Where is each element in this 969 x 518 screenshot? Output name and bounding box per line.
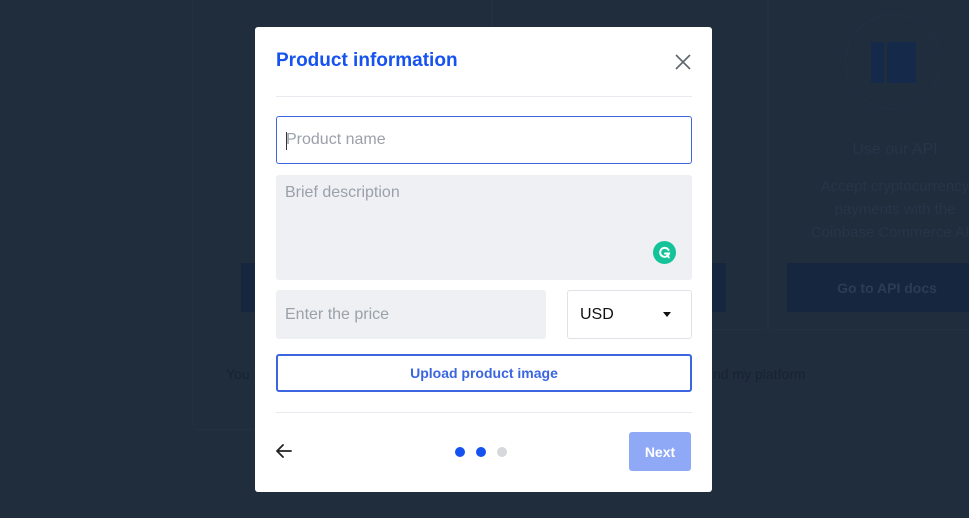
api-card-description: Accept cryptocurrency payments with the … [800,175,969,244]
api-card-title: Use our API [852,141,938,158]
price-field [276,290,546,339]
step-dot-completed [455,447,465,457]
text-caret [286,132,287,150]
grammarly-button[interactable] [653,241,676,264]
close-icon [675,54,691,70]
back-button[interactable] [274,442,294,460]
api-card-description-line: payments with the [834,201,956,218]
arrow-left-icon [276,444,292,458]
caret-down-icon [663,312,671,317]
close-button[interactable] [674,53,692,71]
api-docs-icon [845,14,941,110]
api-card-description-line: Accept cryptocurrency [820,178,969,195]
product-name-input[interactable] [277,117,691,163]
step-dot-pending [497,447,507,457]
modal-title: Product information [276,50,458,71]
currency-value: USD [580,306,614,323]
description-textarea[interactable] [276,175,692,280]
background-footer-text: nd my platform [713,366,806,382]
description-field [276,175,692,280]
api-card-description-line: Coinbase Commerce API [810,224,969,241]
api-docs-button: Go to API docs [787,263,969,312]
modal-header: Product information [276,27,692,97]
upload-product-image-button[interactable]: Upload product image [276,354,692,392]
next-button[interactable]: Next [629,432,691,471]
grammarly-icon [659,246,671,259]
product-information-modal: Product information USD Upload product i… [255,27,712,492]
step-indicator [455,447,507,457]
step-dot-completed [476,447,486,457]
background-footer-text: You [226,366,250,382]
price-input[interactable] [276,290,546,339]
divider [276,412,692,413]
product-name-field [276,116,692,164]
currency-select[interactable]: USD [567,290,692,339]
